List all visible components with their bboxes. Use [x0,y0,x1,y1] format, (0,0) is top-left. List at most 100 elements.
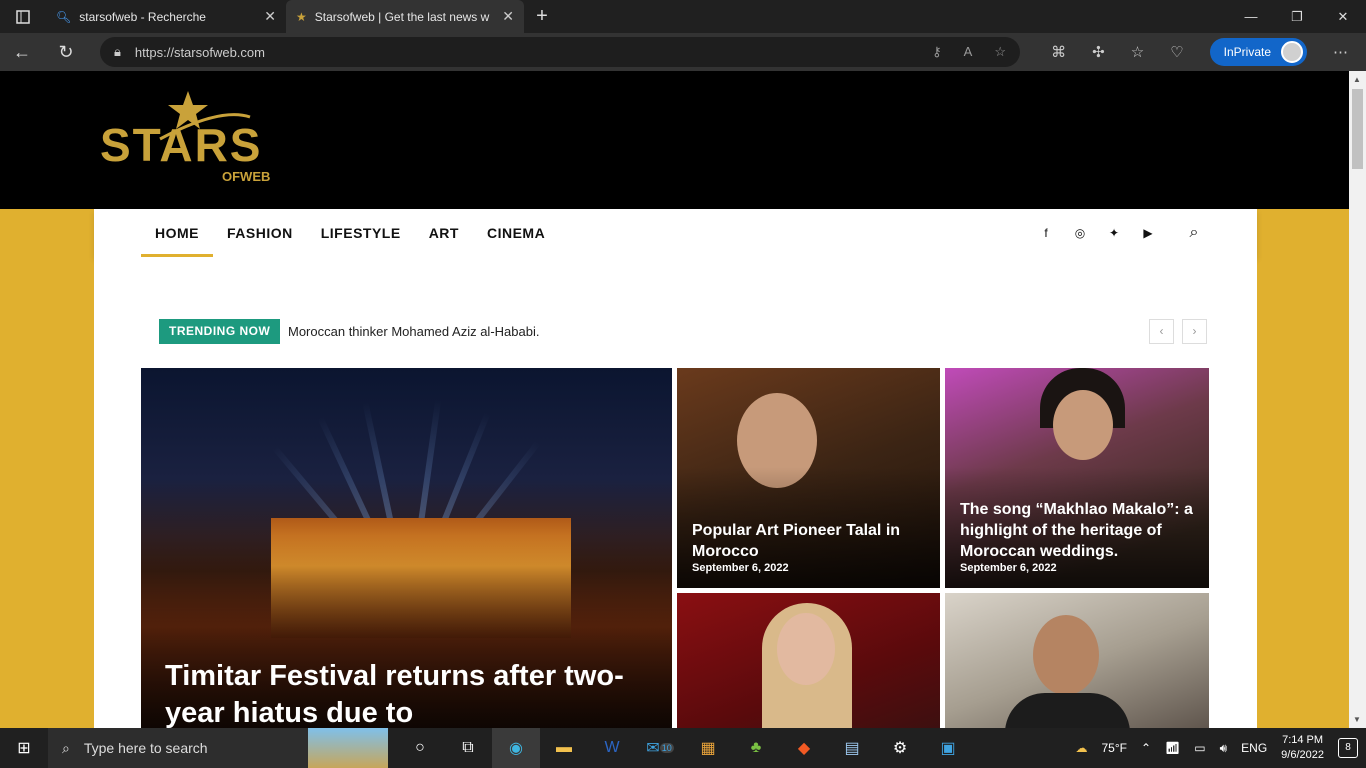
youtube-icon[interactable]: ▶ [1141,226,1155,240]
weather-icon[interactable]: ☁ [1075,741,1087,755]
photos-icon[interactable]: ▣ [924,728,972,768]
clock-time: 7:14 PM [1282,734,1324,746]
notepad-icon[interactable]: ▤ [828,728,876,768]
search-highlight-image [308,728,388,768]
clock[interactable]: 7:14 PM 9/6/2022 [1281,733,1324,763]
trending-label: TRENDING NOW [159,319,281,344]
taskbar: ⊞ ⌕ Type here to search ○ ⧉ ◉ ▬ W ✉ 10 ▦ … [0,728,1366,768]
article-card[interactable] [677,593,940,728]
mail-badge: 10 [659,743,674,753]
menu-item-fashion[interactable]: FASHION [213,209,307,257]
chevron-left-icon[interactable]: ‹ [1149,319,1174,344]
windows-start-icon[interactable]: ⊞ [0,738,48,758]
scroll-down-icon[interactable]: ▼ [1353,715,1361,724]
web-page: STARS OFWEB HOME FASHION LIFESTYLE ART CINEM… [0,71,1349,728]
health-icon[interactable]: ♡ [1170,43,1183,61]
page-scrollbar[interactable]: ▲ ▼ [1349,71,1366,728]
menu-item-art[interactable]: ART [415,209,473,257]
search-icon: 🔍︎ [56,9,72,24]
url-text: https://starsofweb.com [134,44,265,60]
store-icon[interactable]: ▦ [684,728,732,768]
window-controls: — ❐ ✕ [1228,9,1366,25]
chevron-right-icon[interactable]: › [1182,319,1207,344]
main-content: TRENDING NOW Moroccan thinker Mohamed Az… [94,257,1257,728]
inprivate-label: InPrivate [1223,45,1271,59]
close-window-icon[interactable]: ✕ [1320,9,1366,25]
tab-starsofweb[interactable]: ★ Starsofweb | Get the last news w ✕ [286,0,524,33]
volume-icon[interactable]: 🔊︎ [1220,741,1228,756]
avatar [1281,41,1303,63]
tab-actions-icon[interactable] [0,0,46,33]
card-title[interactable]: The song “Makhlao Makalo”: a highlight o… [960,499,1197,562]
lock-icon: 🔒︎ [114,44,121,59]
read-aloud-icon[interactable]: A [964,44,973,60]
close-icon[interactable]: ✕ [502,8,514,25]
file-explorer-icon[interactable]: ▬ [540,728,588,768]
card-date: September 6, 2022 [960,562,1057,574]
main-navigation: HOME FASHION LIFESTYLE ART CINEMA f ◎ ✦ ▶ ⌕ [94,209,1257,257]
battery-icon[interactable]: ▭ [1194,741,1205,755]
social-links: f ◎ ✦ ▶ ⌕ [1039,209,1201,257]
scroll-thumb[interactable] [1352,89,1363,169]
menu: HOME FASHION LIFESTYLE ART CINEMA [141,209,559,257]
new-tab-button[interactable]: + [524,5,560,28]
search-icon: ⌕ [62,739,70,756]
key-icon[interactable]: ⚷ [932,44,942,60]
article-card[interactable]: Popular Art Pioneer Talal in Morocco Sep… [677,368,940,588]
inprivate-button[interactable]: InPrivate [1209,38,1307,66]
tab-title: Starsofweb | Get the last news w [314,9,490,24]
edge-icon[interactable]: ◉ [492,728,540,768]
system-tray: ☁ 75°F ⌃ 📶︎ ▭ 🔊︎ ENG 7:14 PM 9/6/2022 8 [1075,733,1366,763]
site-header: STARS OFWEB [0,71,1349,209]
scroll-up-icon[interactable]: ▲ [1353,75,1361,84]
article-card[interactable] [945,593,1209,728]
article-card[interactable]: The song “Makhlao Makalo”: a highlight o… [945,368,1209,588]
add-favorite-icon[interactable]: ☆ [994,44,1006,60]
trending-link[interactable]: Moroccan thinker Mohamed Aziz al-Hababi. [288,319,539,344]
browser-tab-bar: 🔍︎ starsofweb - Recherche ✕ ★ Starsofweb… [0,0,1366,33]
restore-icon[interactable]: ❐ [1274,9,1320,25]
notifications-icon[interactable]: 8 [1338,738,1358,758]
card-date: September 6, 2022 [692,562,789,574]
extensions-icon[interactable]: ✣ [1092,43,1105,61]
site-favicon-icon: ★ [296,9,307,24]
menu-item-lifestyle[interactable]: LIFESTYLE [307,209,415,257]
weather-temp[interactable]: 75°F [1101,741,1126,755]
search-icon[interactable]: ⌕ [1187,224,1201,242]
address-toolbar: ← ↻ 🔒︎ https://starsofweb.com ⚷ A ☆ ⌘ ✣ … [0,33,1366,71]
twitter-icon[interactable]: ✦ [1107,226,1121,240]
trending-nav: ‹ › [1149,319,1207,344]
back-button[interactable]: ← [0,42,44,63]
word-icon[interactable]: W [588,728,636,768]
close-icon[interactable]: ✕ [264,8,276,25]
app-icon[interactable]: ♣ [732,728,780,768]
search-placeholder: Type here to search [83,740,208,756]
facebook-icon[interactable]: f [1039,226,1053,240]
refresh-button[interactable]: ↻ [44,42,88,63]
settings-icon[interactable]: ⚙ [876,728,924,768]
menu-item-cinema[interactable]: CINEMA [473,209,559,257]
featured-title[interactable]: Timitar Festival returns after two-year … [165,658,632,728]
taskbar-search[interactable]: ⌕ Type here to search [48,728,388,768]
translate-icon[interactable]: ⌘ [1051,43,1066,61]
cortana-icon[interactable]: ○ [396,728,444,768]
chevron-up-icon[interactable]: ⌃ [1141,741,1151,755]
language-indicator[interactable]: ENG [1241,741,1267,755]
more-icon[interactable]: ⋯ [1333,43,1348,61]
card-title[interactable]: Popular Art Pioneer Talal in Morocco [692,520,928,562]
mail-icon[interactable]: ✉ 10 [636,728,684,768]
svg-text:STARS: STARS [100,119,263,171]
tab-title: starsofweb - Recherche [79,9,206,24]
task-view-icon[interactable]: ⧉ [444,728,492,768]
network-icon[interactable]: 📶︎ [1165,741,1180,755]
svg-text:OFWEB: OFWEB [222,169,270,184]
featured-article[interactable]: Timitar Festival returns after two-year … [141,368,672,728]
site-logo[interactable]: STARS OFWEB [100,89,282,189]
tab-search[interactable]: 🔍︎ starsofweb - Recherche ✕ [46,0,286,33]
brave-icon[interactable]: ◆ [780,728,828,768]
minimize-icon[interactable]: — [1228,9,1274,25]
menu-item-home[interactable]: HOME [141,209,213,257]
instagram-icon[interactable]: ◎ [1073,226,1087,240]
address-bar[interactable]: 🔒︎ https://starsofweb.com ⚷ A ☆ [100,37,1020,67]
favorites-icon[interactable]: ☆ [1131,43,1144,61]
